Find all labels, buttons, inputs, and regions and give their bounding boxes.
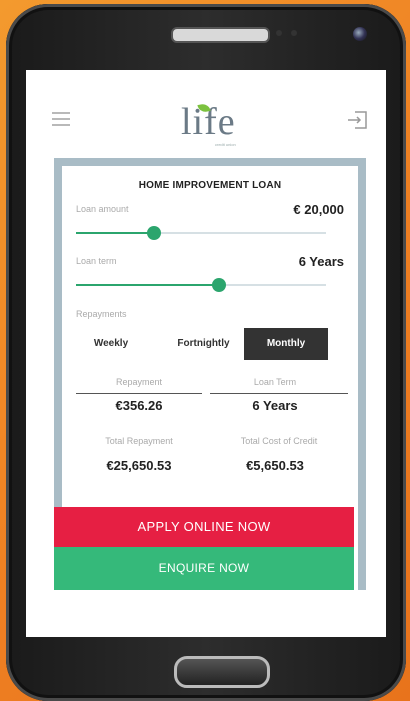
loan-title: HOME IMPROVEMENT LOAN: [138, 180, 282, 191]
total-cost-value: €5,650.53: [246, 458, 304, 473]
proximity-sensor: [276, 30, 282, 36]
loan-amount-slider[interactable]: [76, 226, 326, 240]
app-screen: life credit union HOME IMPROVEMENT LOAN …: [26, 70, 386, 637]
total-repayment-value: €25,650.53: [106, 458, 172, 473]
life-logo: life credit union: [181, 100, 251, 150]
loan-term-slider-thumb[interactable]: [211, 278, 226, 292]
frequency-weekly[interactable]: Weekly: [76, 328, 146, 360]
apply-online-button[interactable]: APPLY ONLINE NOW: [54, 507, 354, 547]
loan-term-value: 6 Years: [298, 254, 344, 269]
speaker-grille: [171, 27, 270, 43]
repayment-label: Repayment: [115, 377, 163, 387]
repayments-label: Repayments: [76, 309, 127, 319]
result-term-label: Loan Term: [253, 377, 297, 387]
front-camera: [353, 27, 367, 41]
top-bar: life credit union: [26, 70, 386, 158]
divider-right: [210, 393, 348, 394]
loan-amount-slider-fill: [76, 232, 154, 234]
home-button[interactable]: [174, 656, 270, 688]
loan-amount-slider-thumb[interactable]: [146, 226, 161, 240]
repayment-value: €356.26: [115, 398, 163, 413]
result-term-value: 6 Years: [252, 398, 298, 413]
loan-term-slider-fill: [76, 284, 219, 286]
logo-tagline: credit union: [215, 142, 236, 147]
loan-amount-label: Loan amount: [76, 204, 129, 214]
divider-left: [76, 393, 202, 394]
loan-amount-value: € 20,000: [293, 202, 344, 217]
total-repayment-label: Total Repayment: [105, 436, 173, 446]
light-sensor: [291, 30, 297, 36]
frequency-monthly[interactable]: Monthly: [244, 328, 328, 360]
loan-term-label: Loan term: [76, 256, 117, 266]
total-cost-label: Total Cost of Credit: [240, 436, 318, 446]
frequency-fortnightly[interactable]: Fortnightly: [166, 328, 241, 360]
logout-icon[interactable]: [346, 110, 368, 130]
loan-term-slider[interactable]: [76, 278, 326, 292]
enquire-now-button[interactable]: ENQUIRE NOW: [54, 547, 354, 590]
hamburger-menu-icon[interactable]: [52, 112, 70, 126]
